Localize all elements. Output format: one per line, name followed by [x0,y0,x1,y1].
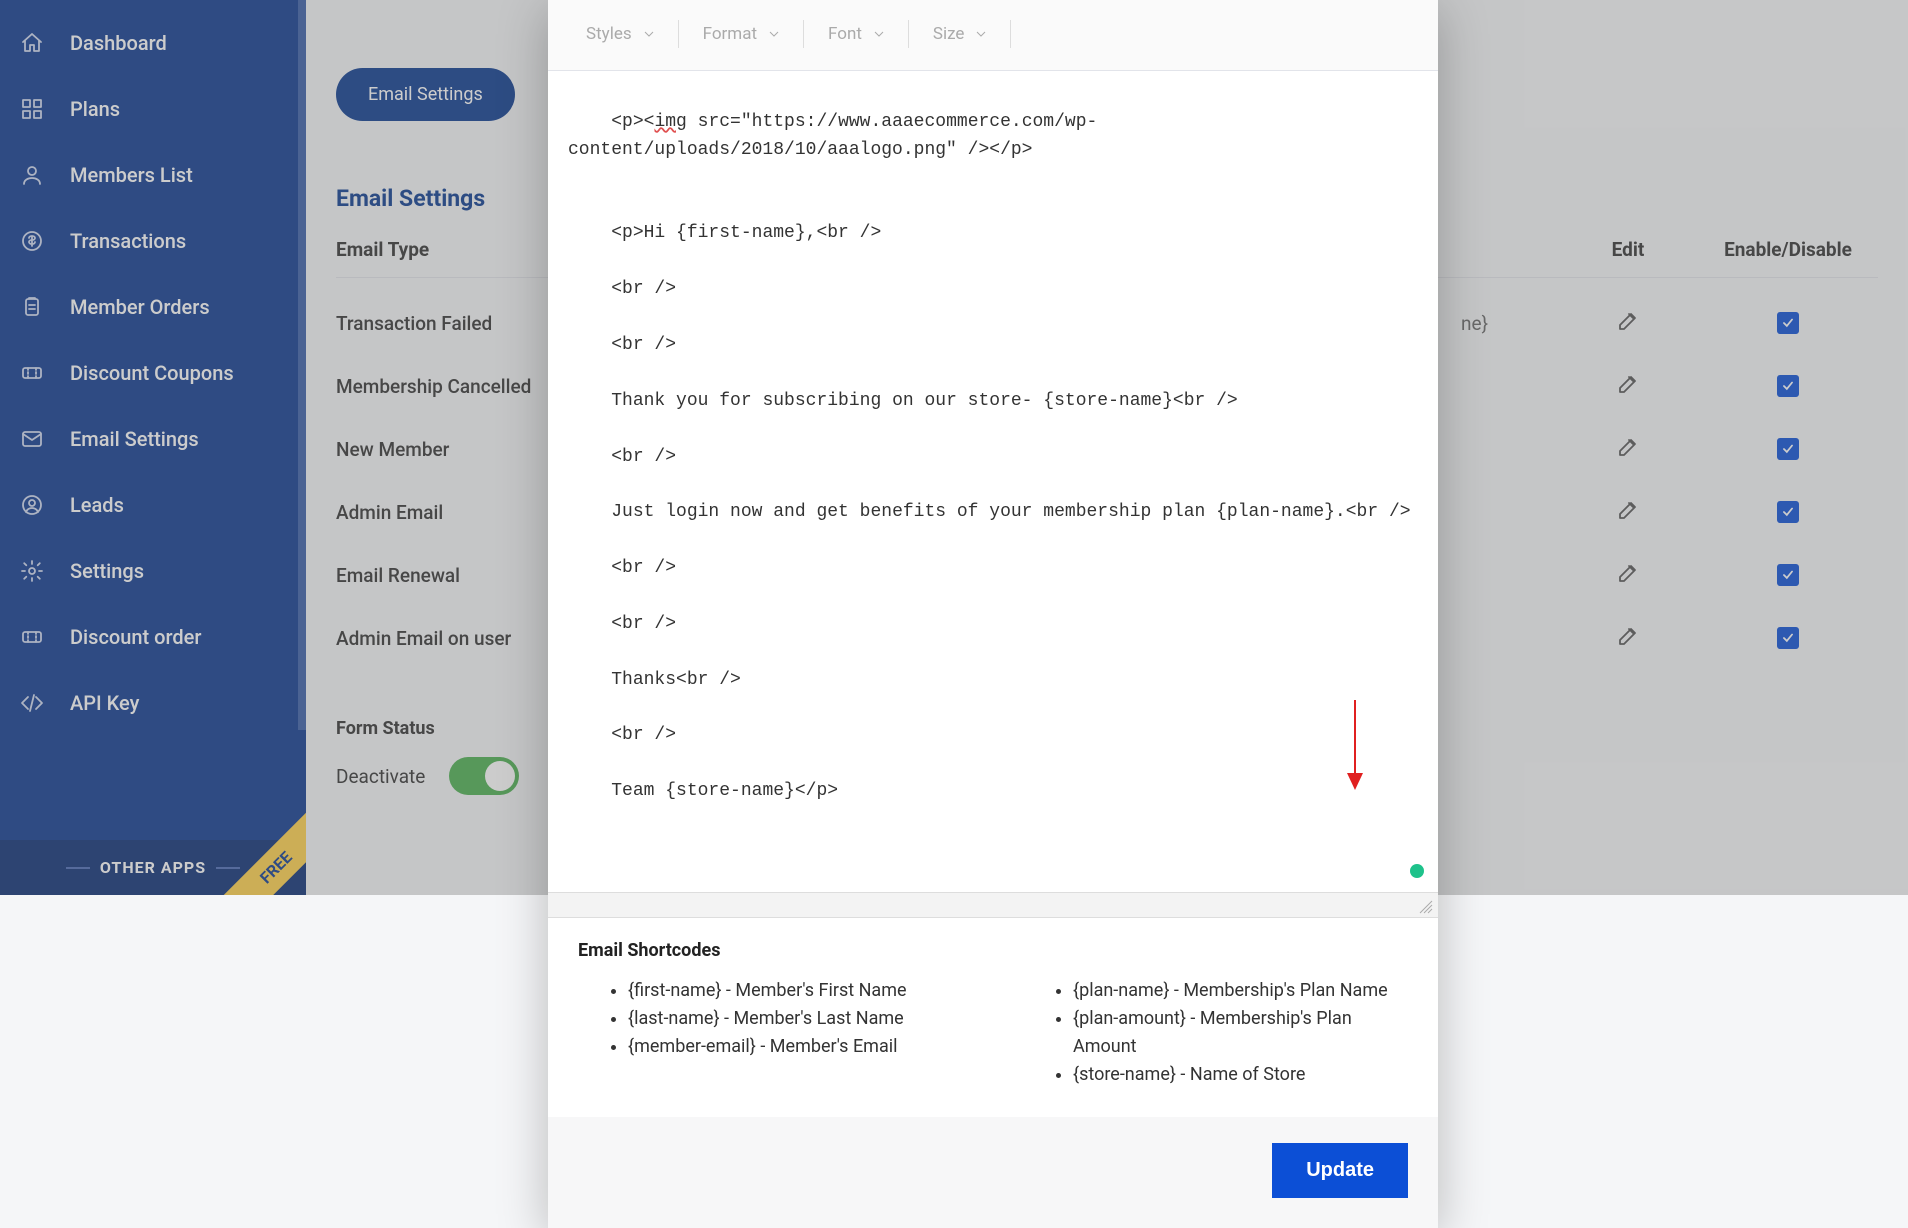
email-body-editor[interactable]: <p><img src="https://www.aaaecommerce.co… [548,71,1438,892]
shortcode-item: {member-email} - Member's Email [628,1033,963,1061]
editor-content-line: <br /> [611,558,676,578]
editor-toolbar: Styles Format Font Size [548,0,1438,71]
modal-footer: Update [548,1117,1438,1228]
chevron-down-icon [976,29,986,39]
shortcode-item: {last-name} - Member's Last Name [628,1005,963,1033]
editor-content-line: <br /> [611,335,676,355]
editor-content-line: <br /> [611,614,676,634]
editor-content-line: <p>Hi {first-name},<br /> [611,223,881,243]
editor-content-line: <p><img src="https://www.aaaecommerce.co… [568,112,1097,160]
editor-content-line: Thanks<br /> [611,670,741,690]
editor-resize-bar[interactable] [548,892,1438,918]
shortcode-item: {store-name} - Name of Store [1073,1061,1408,1089]
editor-content-line: <br /> [611,447,676,467]
shortcode-item: {plan-name} - Membership's Plan Name [1073,977,1408,1005]
shortcode-item: {first-name} - Member's First Name [628,977,963,1005]
editor-content-line: <br /> [611,279,676,299]
shortcode-item: {plan-amount} - Membership's Plan Amount [1073,1005,1408,1061]
editor-content-line: Thank you for subscribing on our store- … [611,391,1238,411]
toolbar-size-label: Size [933,24,965,44]
toolbar-format-select[interactable]: Format [693,18,789,50]
toolbar-font-label: Font [828,24,862,44]
toolbar-size-select[interactable]: Size [923,18,997,50]
editor-content-line: <br /> [611,725,676,745]
editor-content-line: Just login now and get benefits of your … [611,502,1410,522]
resize-grip-icon [1418,899,1434,915]
shortcodes-list-left: {first-name} - Member's First Name{last-… [578,977,963,1089]
chevron-down-icon [874,29,884,39]
update-button[interactable]: Update [1272,1143,1408,1198]
shortcodes-list-right: {plan-name} - Membership's Plan Name{pla… [1023,977,1408,1089]
toolbar-font-select[interactable]: Font [818,18,894,50]
editor-content-line: Team {store-name}</p> [611,781,838,801]
shortcodes-section: Email Shortcodes {first-name} - Member's… [548,918,1438,1117]
shortcodes-heading: Email Shortcodes [578,940,1408,961]
toolbar-styles-label: Styles [586,24,632,44]
email-editor-modal: Styles Format Font Size <p><img src="htt… [548,0,1438,1228]
chevron-down-icon [769,29,779,39]
toolbar-styles-select[interactable]: Styles [576,18,664,50]
toolbar-format-label: Format [703,24,757,44]
chevron-down-icon [644,29,654,39]
grammarly-indicator-icon [1410,864,1424,878]
